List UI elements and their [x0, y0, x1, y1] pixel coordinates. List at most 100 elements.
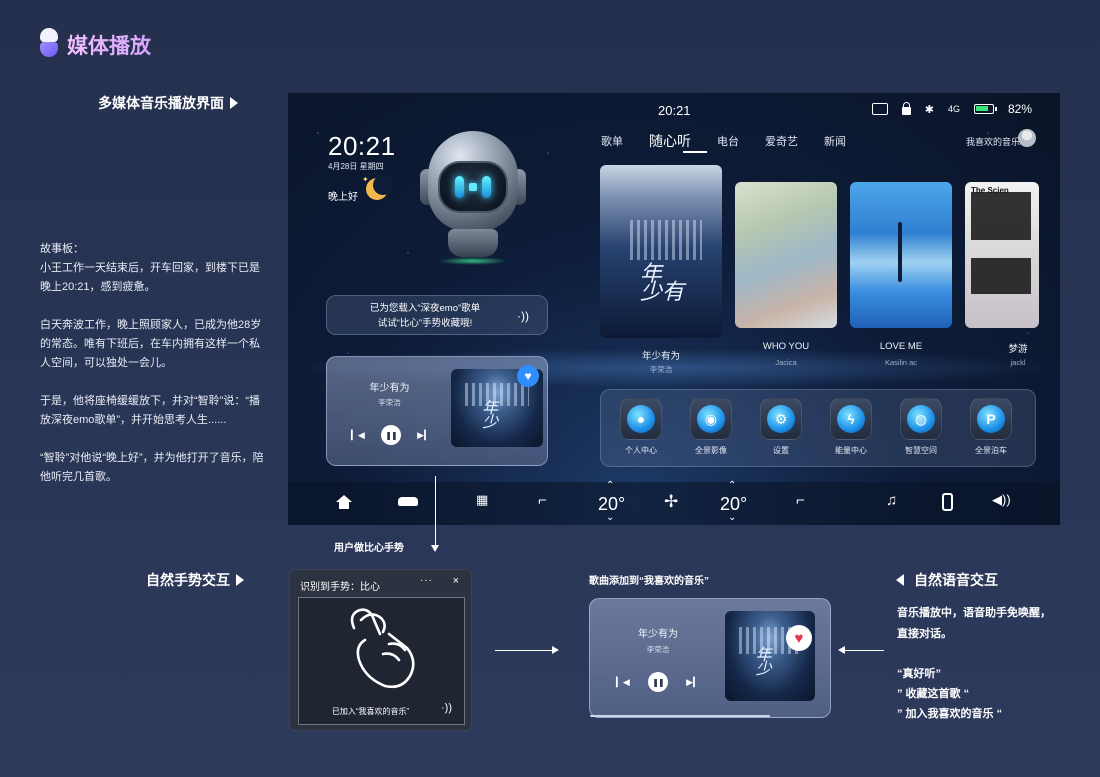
voice-bubble-line: 试试“比心”手势收藏哦! [377, 318, 473, 329]
favorites-link[interactable]: 我喜欢的音乐 [966, 135, 1020, 148]
lightning-icon: ϟ [837, 405, 865, 433]
robot-mouth [469, 183, 477, 191]
close-icon[interactable]: × [453, 575, 459, 587]
player-song-title: 年少有为 [369, 383, 410, 394]
voice-quote: ” 加入我喜欢的音乐 “ [897, 708, 1003, 720]
temperature-left[interactable]: 20° [598, 480, 625, 523]
triangle-right-icon [236, 574, 244, 586]
album-artist: Jacica [775, 358, 797, 367]
pause-button[interactable]: ❚❚ [381, 425, 401, 445]
finger-heart-icon [350, 608, 415, 689]
message-icon[interactable] [871, 103, 888, 115]
fan-icon[interactable]: ✢ [664, 492, 678, 512]
section-label-main: 多媒体音乐播放界面 [98, 93, 238, 113]
app-launcher: ● 个人中心 ◉ 全景影像 ⚙ 设置 ϟ 能量中心 ◍ 智慧空间 P 全景泊车 [600, 389, 1036, 467]
more-icon[interactable]: ··· [420, 575, 433, 586]
phone-icon[interactable] [942, 493, 953, 511]
flow-line [435, 476, 436, 548]
previous-icon[interactable]: ▎◀ [616, 677, 630, 688]
album-artist: jackl [1010, 358, 1026, 367]
music-tabs: 歌单 随心听 电台 爱奇艺 新闻 [601, 131, 872, 151]
battery-icon [973, 104, 997, 114]
tab-random[interactable]: 随心听 [649, 131, 691, 151]
voice-quotes: “真好听” ” 收藏这首歌 “ ” 加入我喜欢的音乐 “ [897, 664, 1097, 724]
previous-icon[interactable]: ▎◀ [351, 430, 365, 441]
album-title: LOVE ME [879, 341, 923, 352]
tab-iqiyi[interactable]: 爱奇艺 [765, 133, 798, 149]
voice-wave-icon: ·)) [517, 309, 529, 323]
status-time: 20:21 [658, 103, 691, 118]
heart-icon[interactable]: ♥ [786, 625, 812, 651]
app-panorama[interactable]: ◉ 全景影像 [685, 398, 737, 456]
bluetooth-icon[interactable]: ✱ [925, 103, 934, 116]
app-energy[interactable]: ϟ 能量中心 [825, 398, 877, 456]
gesture-caption: 已加入“我喜欢的音乐” [331, 707, 410, 716]
story-paragraph: 小王工作一天结束后，开车回家，到楼下已是晚上20:21，感到疲惫。 [40, 262, 260, 293]
assistant-robot[interactable] [418, 131, 528, 271]
pause-button[interactable]: ❚❚ [648, 672, 668, 692]
car-icon[interactable] [398, 497, 418, 506]
seat-icon[interactable]: ⌐ [538, 492, 547, 509]
mini-player[interactable]: 年少有为 李荣浩 ▎◀ ❚❚ ▶▎ 年少 ♥ [326, 356, 548, 466]
progress-bar[interactable] [590, 715, 770, 717]
tab-radio[interactable]: 电台 [717, 133, 739, 149]
album-card[interactable] [850, 182, 952, 328]
next-icon[interactable]: ▶▎ [686, 677, 700, 688]
gear-icon: ⚙ [767, 405, 795, 433]
flow-line [495, 650, 555, 651]
album-title: WHO YOU [762, 341, 810, 352]
story-heading: 故事板： [40, 243, 84, 255]
story-paragraph: “智聆”对他说“晚上好”，并为他打开了音乐，陪他听完几首歌。 [40, 452, 264, 483]
robot-eye [455, 176, 464, 198]
moon-icon [366, 175, 393, 200]
app-settings[interactable]: ⚙ 设置 [755, 398, 807, 456]
tab-playlist[interactable]: 歌单 [601, 133, 623, 149]
voice-wave-icon: ·)) [441, 702, 452, 714]
favorited-player[interactable]: 年少有为 李荣浩 ▎◀ ❚❚ ▶▎ 年少 ♥ [589, 598, 831, 718]
heart-icon[interactable]: ♥ [517, 365, 539, 387]
user-icon: ● [627, 405, 655, 433]
bottom-dock: ▦ ⌐ 20° ✢ 20° ⌐ ♫ ◀)) [288, 480, 1060, 525]
app-parking[interactable]: P 全景泊车 [965, 398, 1017, 456]
app-personal-center[interactable]: ● 个人中心 [615, 398, 667, 456]
lock-icon[interactable] [901, 102, 911, 115]
robot-body [448, 229, 498, 257]
gesture-camera-view: 已加入“我喜欢的音乐” ·)) [298, 597, 465, 725]
gesture-window-title: 识别到手势：比心 [300, 582, 380, 593]
triangle-left-icon [896, 574, 904, 586]
temperature-right[interactable]: 20° [720, 480, 747, 523]
player-artist: 李荣浩 [646, 645, 670, 654]
section-label-gesture: 自然手势交互 [146, 570, 244, 590]
defrost-icon[interactable]: ▦ [476, 492, 488, 508]
flow-step-gesture: 用户做比心手势 [334, 543, 404, 554]
seat-icon[interactable]: ⌐ [796, 492, 805, 509]
album-card[interactable] [735, 182, 837, 328]
planet-icon: ◍ [907, 405, 935, 433]
album-artist: 李荣浩 [649, 365, 673, 374]
music-icon[interactable]: ♫ [886, 492, 897, 509]
next-icon[interactable]: ▶▎ [417, 430, 431, 441]
album-card[interactable]: The Scien [965, 182, 1039, 328]
section-label-voice: 自然语音交互 [896, 570, 998, 590]
robot-eye [482, 176, 491, 198]
triangle-right-icon [230, 97, 238, 109]
app-smart-space[interactable]: ◍ 智慧空间 [895, 398, 947, 456]
app-logo [40, 28, 58, 58]
robot-glow-ring [438, 257, 508, 265]
album-title: 年少有为 [641, 351, 680, 362]
story-paragraph: 白天奔波工作，晚上照顾家人，已成为他28岁的常态。唯有下班后，在车内拥有这样一个… [40, 319, 262, 369]
flow-step-added: 歌曲添加到“我喜欢的音乐” [589, 576, 709, 587]
flow-line [844, 650, 884, 651]
voice-quote: “真好听” [897, 668, 941, 680]
album-card[interactable]: 年少有 [600, 165, 722, 338]
voice-bubble-line: 已为您载入“深夜emo”歌单 [369, 303, 481, 314]
gesture-window: 识别到手势：比心 ··· × 已加入“我喜欢的音乐” ·)) [289, 569, 472, 731]
greeting: 晚上好 [328, 192, 358, 203]
arrow-right-icon [552, 646, 559, 654]
voice-bubble: 已为您载入“深夜emo”歌单 试试“比心”手势收藏哦! ·)) [326, 295, 548, 335]
status-bar: 20:21 ✱ 4G 82% [288, 93, 1060, 127]
home-icon[interactable] [336, 495, 352, 509]
volume-icon[interactable]: ◀)) [992, 492, 1011, 508]
tab-news[interactable]: 新闻 [824, 133, 846, 149]
avatar[interactable] [1018, 129, 1036, 147]
